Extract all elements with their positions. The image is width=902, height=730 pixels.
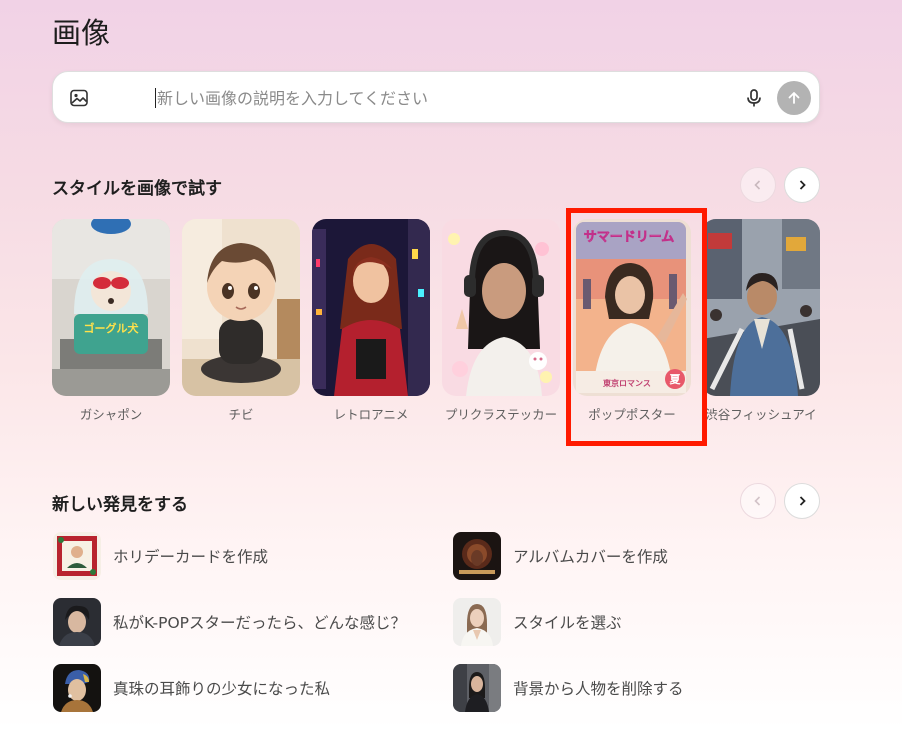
- purikura-sticker-thumbnail: [442, 219, 560, 396]
- discover-label: アルバムカバーを作成: [513, 548, 668, 566]
- svg-text:ゴーグル犬: ゴーグル犬: [84, 321, 140, 335]
- discover-next-button[interactable]: [784, 483, 820, 519]
- styles-prev-button[interactable]: [740, 167, 776, 203]
- retro-anime-thumbnail: [312, 219, 430, 396]
- style-card-purikura-sticker[interactable]: プリクラステッカー: [442, 219, 560, 423]
- style-card-label: レトロアニメ: [333, 407, 409, 422]
- svg-text:夏: 夏: [670, 373, 682, 386]
- discover-choose-style[interactable]: スタイルを選ぶ: [453, 598, 622, 646]
- gashapon-thumbnail: ゴーグル犬: [52, 219, 170, 396]
- discover-label: 背景から人物を削除する: [513, 680, 684, 698]
- discover-label: ホリデーカードを作成: [113, 548, 269, 566]
- arrow-up-icon: [788, 92, 800, 104]
- discover-section-title: 新しい発見をする: [52, 495, 188, 515]
- remove-people-thumbnail: [453, 664, 501, 712]
- discover-label: スタイルを選ぶ: [513, 614, 622, 632]
- kpop-star-thumbnail: [53, 598, 101, 646]
- send-button[interactable]: [777, 81, 811, 115]
- style-card-chibi[interactable]: チビ: [182, 219, 300, 423]
- pop-poster-thumbnail: サマードリーム 東京ロマンス 夏: [573, 219, 691, 396]
- chevron-left-icon: [754, 180, 761, 190]
- style-card-label: 渋谷フィッシュアイ: [705, 407, 817, 422]
- style-card-label: プリクラステッカー: [444, 407, 558, 422]
- microphone-icon[interactable]: [743, 87, 765, 109]
- image-icon[interactable]: [69, 88, 89, 108]
- holiday-card-thumbnail: [53, 532, 101, 580]
- styles-section-title: スタイルを画像で試す: [52, 179, 222, 199]
- choose-style-thumbnail: [453, 598, 501, 646]
- style-card-gashapon[interactable]: ゴーグル犬 ガシャポン: [52, 219, 170, 423]
- style-card-label: ポップポスター: [588, 407, 676, 422]
- chevron-right-icon: [799, 496, 806, 506]
- style-card-label: チビ: [228, 407, 254, 422]
- prompt-input[interactable]: [157, 84, 757, 112]
- discover-prev-button[interactable]: [740, 483, 776, 519]
- discover-pearl-earring[interactable]: 真珠の耳飾りの少女になった私: [53, 664, 330, 712]
- discover-remove-people[interactable]: 背景から人物を削除する: [453, 664, 684, 712]
- style-card-retro-anime[interactable]: レトロアニメ: [312, 219, 430, 423]
- album-cover-thumbnail: [453, 532, 501, 580]
- chevron-left-icon: [754, 496, 761, 506]
- style-card-pop-poster[interactable]: サマードリーム 東京ロマンス 夏 ポップポスター: [573, 219, 691, 423]
- page-title: 画像: [52, 16, 111, 50]
- image-prompt-box[interactable]: [52, 71, 820, 123]
- style-card-shibuya-fisheye[interactable]: 渋谷フィッシュアイ: [702, 219, 820, 423]
- svg-text:サマードリーム: サマードリーム: [584, 230, 675, 245]
- style-card-label: ガシャポン: [79, 407, 143, 422]
- discover-label: 私がK-POPスターだったら、どんな感じ？: [113, 614, 407, 632]
- discover-kpop-star[interactable]: 私がK-POPスターだったら、どんな感じ？: [53, 598, 406, 646]
- text-caret: [155, 88, 156, 108]
- discover-label: 真珠の耳飾りの少女になった私: [113, 680, 331, 698]
- discover-album-cover[interactable]: アルバムカバーを作成: [453, 532, 668, 580]
- chibi-thumbnail: [182, 219, 300, 396]
- pearl-earring-thumbnail: [53, 664, 101, 712]
- styles-next-button[interactable]: [784, 167, 820, 203]
- svg-text:東京ロマンス: 東京ロマンス: [603, 378, 651, 388]
- chevron-right-icon: [799, 180, 806, 190]
- shibuya-fisheye-thumbnail: [702, 219, 820, 396]
- discover-holiday-card[interactable]: ホリデーカードを作成: [53, 532, 268, 580]
